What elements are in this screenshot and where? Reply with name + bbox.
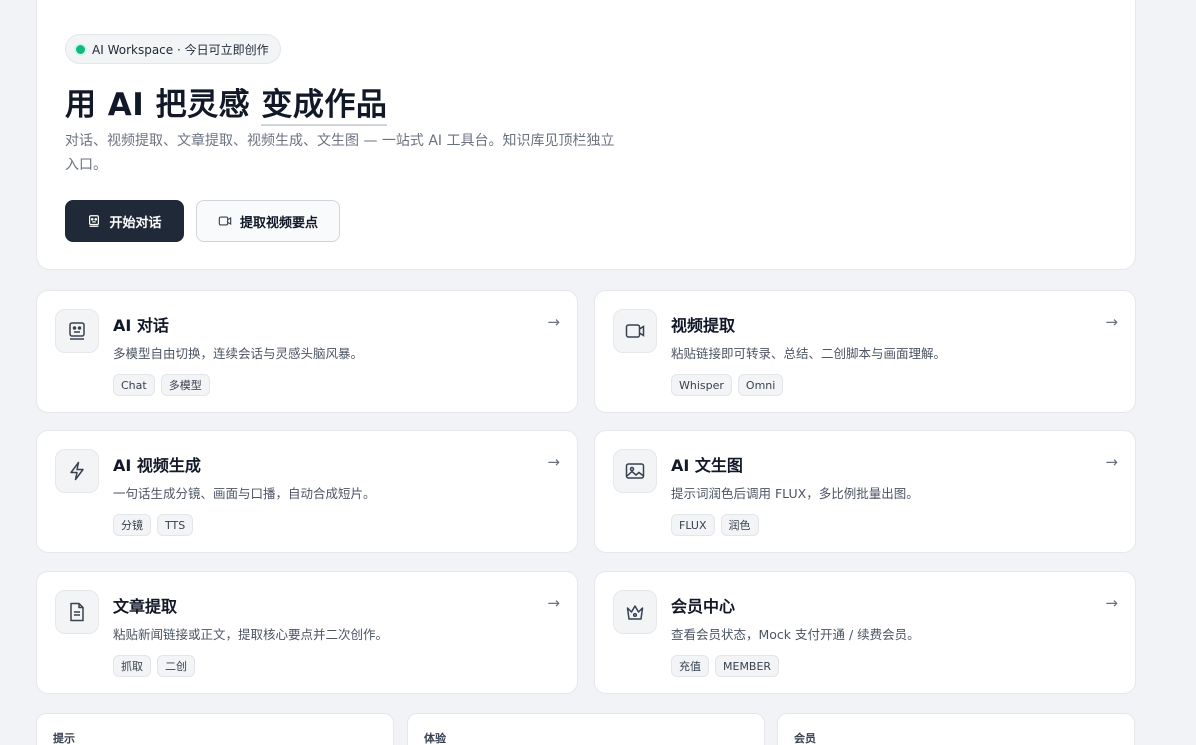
arrow-right-icon: → [547,594,560,612]
video-camera-icon [218,216,232,226]
card-icon-box [613,309,657,353]
card-tags: 分镜 TTS [113,514,194,536]
card-title: AI 视频生成 [113,456,201,475]
info-card-label: 体验 [424,732,446,745]
chat-bot-icon [69,322,85,340]
tag: 润色 [720,514,759,536]
feature-card-video-gen[interactable]: AI 视频生成 → 一句话生成分镜、画面与口播，自动合成短片。 分镜 TTS [36,430,578,553]
arrow-right-icon: → [1105,313,1118,331]
image-icon [625,463,645,479]
card-description: 粘贴链接即可转录、总结、二创脚本与画面理解。 [671,346,947,361]
feature-card-video-extract[interactable]: 视频提取 → 粘贴链接即可转录、总结、二创脚本与画面理解。 Whisper Om… [594,290,1136,413]
card-tags: 抓取 二创 [113,655,195,677]
card-description: 提示词润色后调用 FLUX，多比例批量出图。 [671,486,919,501]
info-card-membership: 会员 [777,713,1135,745]
card-icon-box [613,590,657,634]
card-tags: 充值 MEMBER [671,655,780,677]
card-title: AI 文生图 [671,456,743,475]
tag: MEMBER [715,655,780,677]
tag: 二创 [157,655,195,677]
info-card-experience: 体验 [407,713,765,745]
card-icon-box [613,449,657,493]
feature-card-membership[interactable]: 会员中心 → 查看会员状态，Mock 支付开通 / 续费会员。 充值 MEMBE… [594,571,1136,694]
card-title: 视频提取 [671,316,736,335]
card-description: 粘贴新闻链接或正文，提取核心要点并二次创作。 [113,627,389,642]
arrow-right-icon: → [547,453,560,471]
document-icon [70,602,84,622]
tag: TTS [157,514,194,536]
hero-panel: AI Workspace · 今日可立即创作 用 AI 把灵感 变成作品 对话、… [36,0,1136,270]
card-icon-box [55,449,99,493]
tag: Whisper [671,374,732,396]
feature-card-ai-chat[interactable]: AI 对话 → 多模型自由切换，连续会话与灵感头脑风暴。 Chat 多模型 [36,290,578,413]
tag: Omni [737,374,784,396]
info-card-label: 提示 [53,732,75,745]
chat-bot-icon [89,215,100,227]
hero-description: 对话、视频提取、文章提取、视频生成、文生图 — 一站式 AI 工具台。知识库见顶… [65,133,615,173]
card-icon-box [55,309,99,353]
video-camera-icon [625,324,645,338]
tag: 分镜 [113,514,151,536]
start-chat-button[interactable]: 开始对话 [65,200,184,242]
status-badge-label: AI Workspace · 今日可立即创作 [92,42,269,57]
start-chat-label: 开始对话 [109,215,162,231]
arrow-right-icon: → [1105,594,1118,612]
card-title: 会员中心 [671,597,736,616]
feature-card-article-extract[interactable]: 文章提取 → 粘贴新闻链接或正文，提取核心要点并二次创作。 抓取 二创 [36,571,578,694]
extract-video-label: 提取视频要点 [239,215,318,231]
tag: Chat [113,374,155,396]
card-title: 文章提取 [113,597,178,616]
title-highlight: 变成作品 [261,87,388,126]
title-part1: 用 AI 把灵感 [65,87,262,123]
card-tags: Chat 多模型 [113,374,210,396]
card-description: 多模型自由切换，连续会话与灵感头脑风暴。 [113,346,364,361]
card-description: 查看会员状态，Mock 支付开通 / 续费会员。 [671,627,920,642]
card-description: 一句话生成分镜、画面与口播，自动合成短片。 [113,486,376,501]
card-tags: Whisper Omni [671,374,784,396]
arrow-right-icon: → [547,313,560,331]
card-tags: FLUX 润色 [671,514,759,536]
card-icon-box [55,590,99,634]
crown-icon [626,605,644,620]
info-card-label: 会员 [794,732,816,745]
card-title: AI 对话 [113,316,169,335]
tag: 抓取 [113,655,151,677]
lightning-icon [70,461,84,481]
extract-video-button[interactable]: 提取视频要点 [196,200,340,242]
online-dot-icon [76,44,85,54]
feature-card-text-to-image[interactable]: AI 文生图 → 提示词润色后调用 FLUX，多比例批量出图。 FLUX 润色 [594,430,1136,553]
info-card-tips: 提示 [36,713,394,745]
tag: 多模型 [160,374,210,396]
tag: FLUX [671,514,715,536]
arrow-right-icon: → [1105,453,1118,471]
status-badge: AI Workspace · 今日可立即创作 [65,34,281,64]
page-title: 用 AI 把灵感 变成作品 [65,79,388,126]
tag: 充值 [671,655,709,677]
